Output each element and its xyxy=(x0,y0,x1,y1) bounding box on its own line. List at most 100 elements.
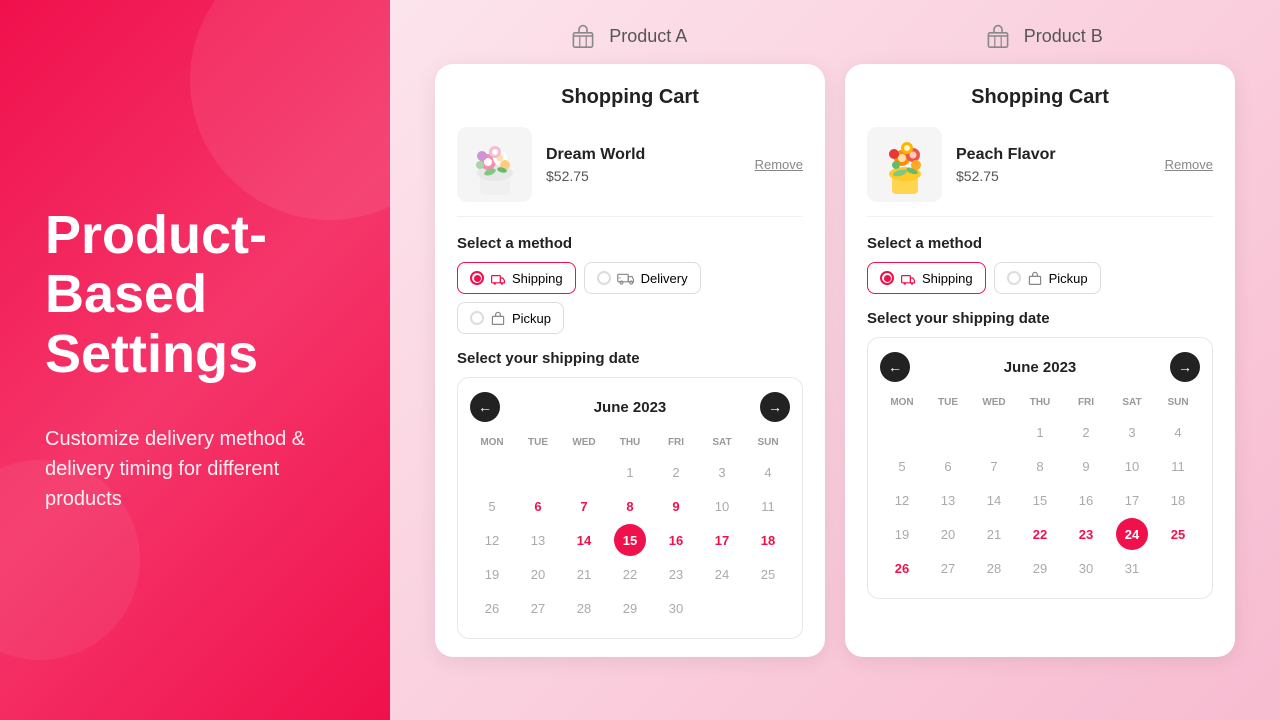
cal-day[interactable]: 21 xyxy=(978,518,1010,550)
cal-day[interactable]: 25 xyxy=(1162,518,1194,550)
cal-day-empty xyxy=(932,416,964,448)
cal-day[interactable]: 4 xyxy=(752,456,784,488)
cal-next-b[interactable]: → xyxy=(1170,352,1200,382)
method-shipping-b[interactable]: Shipping xyxy=(867,262,986,294)
radio-shipping-b xyxy=(880,271,894,285)
cal-day-empty xyxy=(476,456,508,488)
product-b-label: Product B xyxy=(982,20,1103,52)
cal-day[interactable]: 22 xyxy=(614,558,646,590)
cal-day[interactable]: 2 xyxy=(1070,416,1102,448)
cal-dow: WED xyxy=(562,434,606,454)
cal-day[interactable]: 23 xyxy=(1070,518,1102,550)
cal-day[interactable]: 7 xyxy=(978,450,1010,482)
cal-day[interactable]: 26 xyxy=(886,552,918,584)
cart-item-a: Dream World $52.75 Remove xyxy=(457,127,803,217)
cal-day[interactable]: 13 xyxy=(932,484,964,516)
cal-dow: TUE xyxy=(926,394,970,414)
cal-day[interactable]: 28 xyxy=(978,552,1010,584)
cal-day[interactable]: 13 xyxy=(522,524,554,556)
cal-day[interactable]: 9 xyxy=(660,490,692,522)
cal-day[interactable]: 16 xyxy=(660,524,692,556)
cal-day[interactable]: 4 xyxy=(1162,416,1194,448)
cal-day[interactable]: 29 xyxy=(614,592,646,624)
pickup-label-a: Pickup xyxy=(512,311,551,326)
cal-prev-a[interactable]: ← xyxy=(470,392,500,422)
cal-day[interactable]: 17 xyxy=(706,524,738,556)
cal-day[interactable]: 24 xyxy=(706,558,738,590)
cal-day[interactable]: 20 xyxy=(932,518,964,550)
cal-day[interactable]: 12 xyxy=(886,484,918,516)
cal-day[interactable]: 22 xyxy=(1024,518,1056,550)
cal-next-a[interactable]: → xyxy=(760,392,790,422)
cal-day[interactable]: 5 xyxy=(476,490,508,522)
cal-day[interactable]: 27 xyxy=(932,552,964,584)
cal-month-a: June 2023 xyxy=(594,399,667,416)
cal-day[interactable]: 5 xyxy=(886,450,918,482)
cal-day[interactable]: 1 xyxy=(614,456,646,488)
cal-day[interactable]: 14 xyxy=(568,524,600,556)
shipping-icon-b xyxy=(900,270,916,286)
cal-dow: FRI xyxy=(1064,394,1108,414)
cal-day[interactable]: 27 xyxy=(522,592,554,624)
products-header: Product A Product B xyxy=(420,20,1250,52)
shipping-label-b: Shipping xyxy=(922,271,973,286)
cal-day[interactable]: 3 xyxy=(706,456,738,488)
cal-day[interactable]: 19 xyxy=(476,558,508,590)
cal-day[interactable]: 10 xyxy=(1116,450,1148,482)
cal-day[interactable]: 2 xyxy=(660,456,692,488)
cal-day[interactable]: 26 xyxy=(476,592,508,624)
method-shipping-a[interactable]: Shipping xyxy=(457,262,576,294)
cal-day[interactable]: 16 xyxy=(1070,484,1102,516)
cal-day[interactable]: 8 xyxy=(614,490,646,522)
cal-day[interactable]: 14 xyxy=(978,484,1010,516)
cal-day[interactable]: 10 xyxy=(706,490,738,522)
cal-day[interactable]: 11 xyxy=(1162,450,1194,482)
cal-day[interactable]: 30 xyxy=(660,592,692,624)
cal-prev-b[interactable]: ← xyxy=(880,352,910,382)
cal-day[interactable]: 30 xyxy=(1070,552,1102,584)
cal-day[interactable]: 15 xyxy=(1024,484,1056,516)
cal-day[interactable]: 1 xyxy=(1024,416,1056,448)
cal-day[interactable]: 21 xyxy=(568,558,600,590)
cal-day[interactable]: 23 xyxy=(660,558,692,590)
cal-dow: FRI xyxy=(654,434,698,454)
cal-day[interactable]: 25 xyxy=(752,558,784,590)
cal-dow: SUN xyxy=(746,434,790,454)
cal-day-empty xyxy=(522,456,554,488)
method-pickup-a[interactable]: Pickup xyxy=(457,302,564,334)
cal-dow: THU xyxy=(608,434,652,454)
cal-day[interactable]: 31 xyxy=(1116,552,1148,584)
cal-day[interactable]: 29 xyxy=(1024,552,1056,584)
cal-day[interactable]: 3 xyxy=(1116,416,1148,448)
remove-btn-a[interactable]: Remove xyxy=(755,157,803,172)
cal-day[interactable]: 18 xyxy=(752,524,784,556)
cal-day[interactable]: 7 xyxy=(568,490,600,522)
cal-day[interactable]: 6 xyxy=(522,490,554,522)
cal-day[interactable]: 15 xyxy=(614,524,646,556)
cal-day[interactable]: 9 xyxy=(1070,450,1102,482)
shipping-date-label-a: Select your shipping date xyxy=(457,350,803,367)
cal-dow: SUN xyxy=(1156,394,1200,414)
cal-day[interactable]: 19 xyxy=(886,518,918,550)
method-delivery-a[interactable]: Delivery xyxy=(584,262,701,294)
cal-day[interactable]: 20 xyxy=(522,558,554,590)
cal-day[interactable]: 11 xyxy=(752,490,784,522)
cal-day[interactable]: 18 xyxy=(1162,484,1194,516)
cal-day[interactable]: 17 xyxy=(1116,484,1148,516)
card-a-title: Shopping Cart xyxy=(457,86,803,109)
cal-day[interactable]: 12 xyxy=(476,524,508,556)
cal-day[interactable]: 6 xyxy=(932,450,964,482)
cart-info-a: Dream World $52.75 xyxy=(546,146,741,184)
method-options-b: Shipping Pickup xyxy=(867,262,1213,294)
cal-day[interactable]: 24 xyxy=(1116,518,1148,550)
pickup-icon-b xyxy=(1027,270,1043,286)
cal-day-empty xyxy=(978,416,1010,448)
cart-price-a: $52.75 xyxy=(546,168,741,184)
hero-subtitle: Customize delivery method & delivery tim… xyxy=(45,424,345,514)
hero-panel: Product-Based Settings Customize deliver… xyxy=(0,0,390,720)
cal-dow: MON xyxy=(880,394,924,414)
cal-day[interactable]: 8 xyxy=(1024,450,1056,482)
cal-day[interactable]: 28 xyxy=(568,592,600,624)
remove-btn-b[interactable]: Remove xyxy=(1165,157,1213,172)
method-pickup-b[interactable]: Pickup xyxy=(994,262,1101,294)
